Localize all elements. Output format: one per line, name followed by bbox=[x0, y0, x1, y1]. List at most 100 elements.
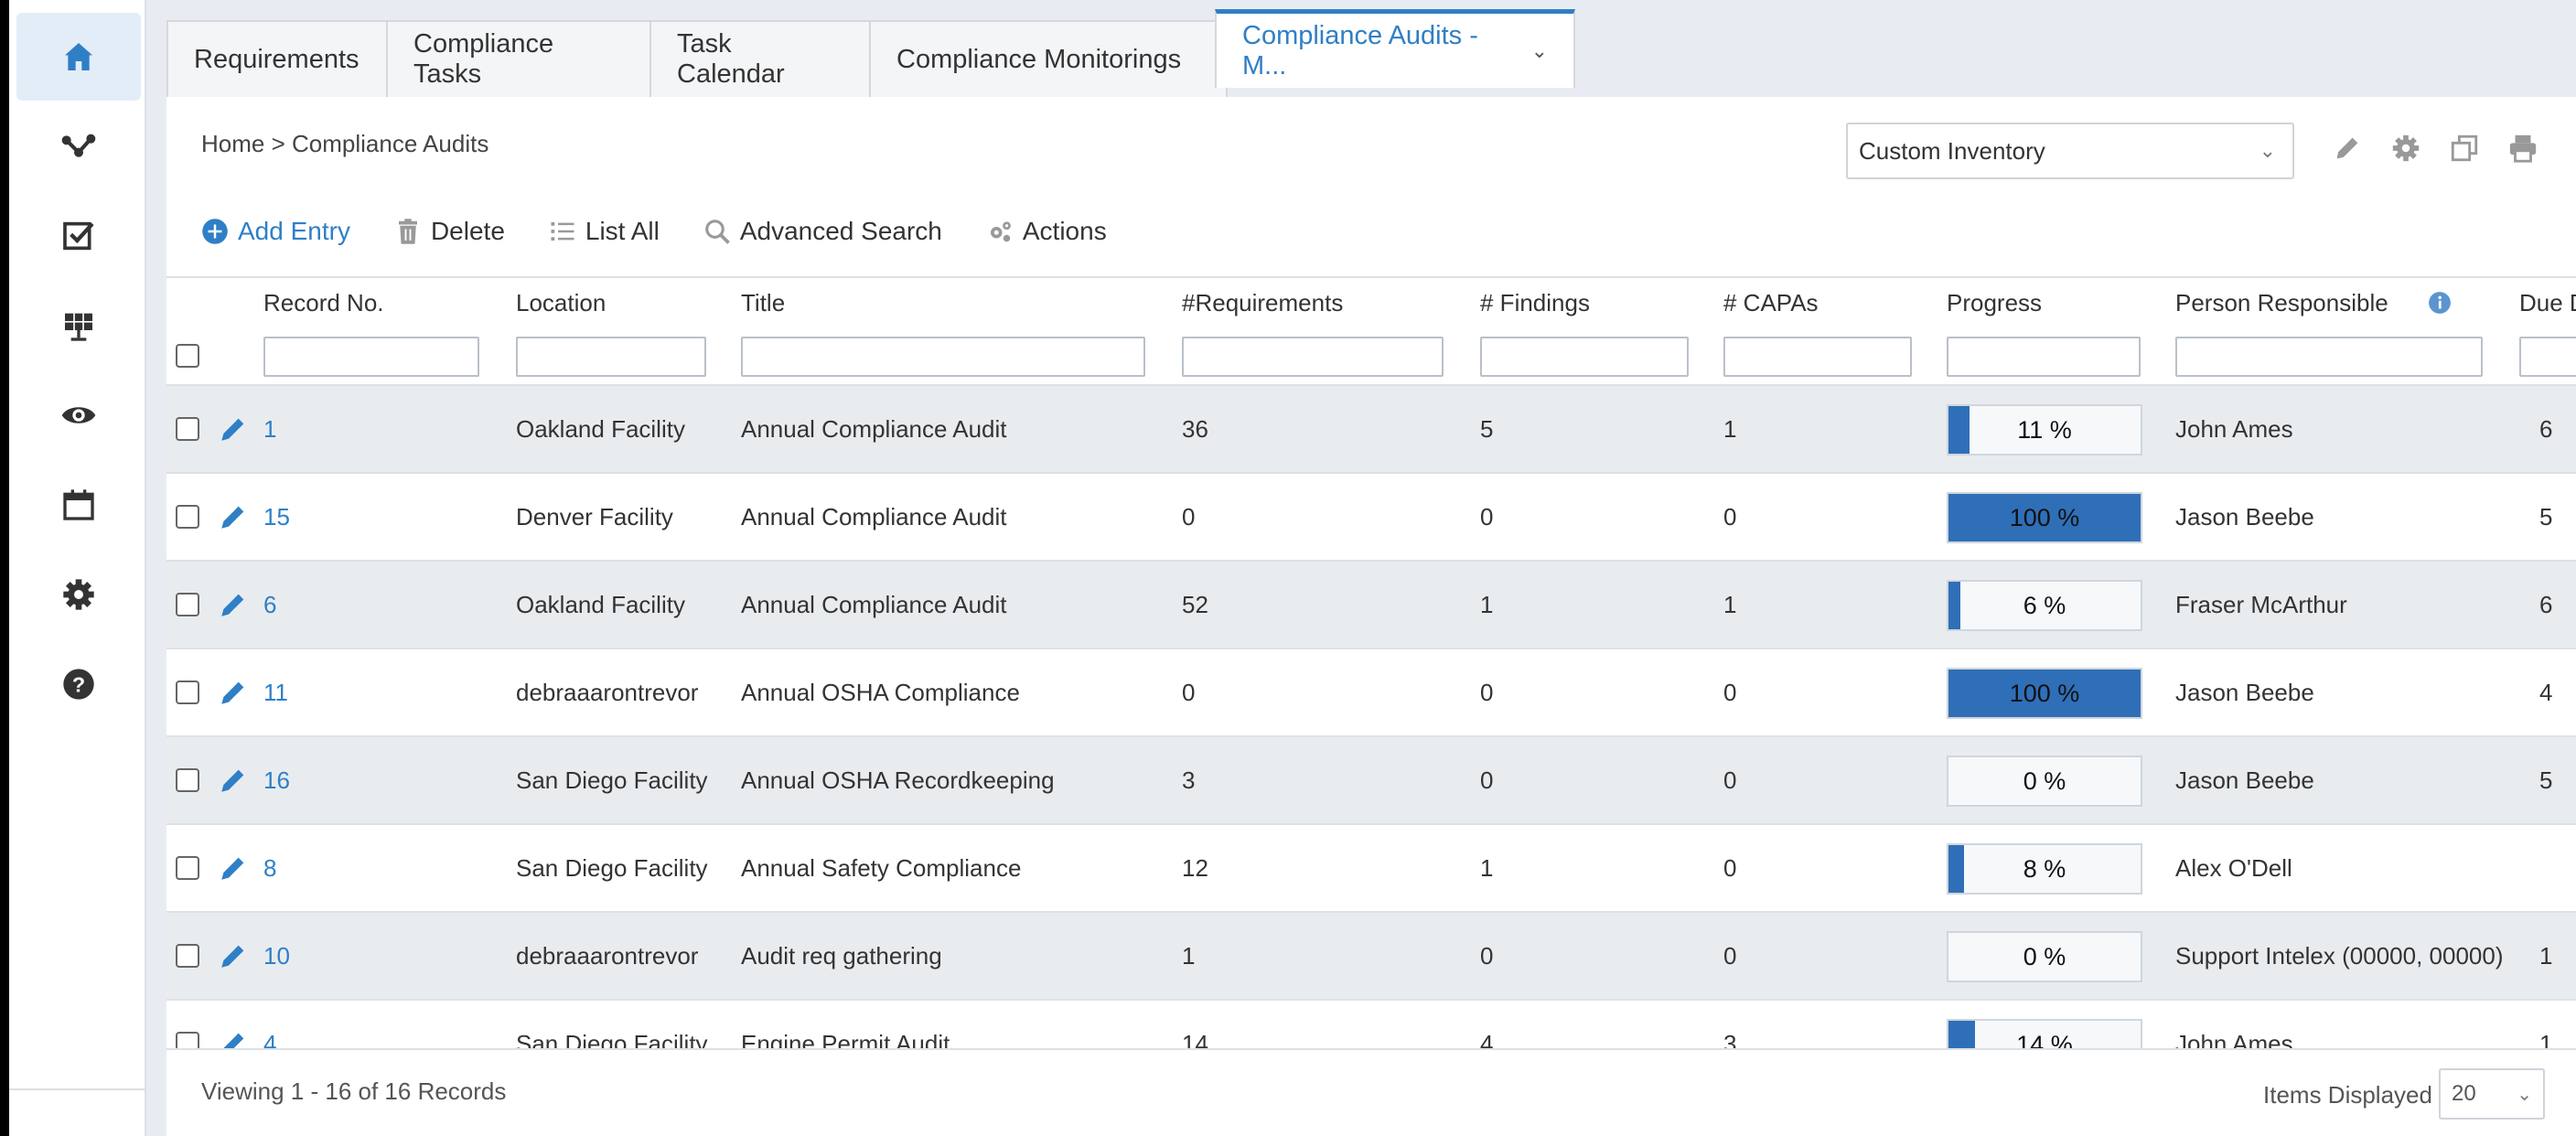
progress-label: 8 % bbox=[2023, 854, 2066, 883]
actions-button[interactable]: Actions bbox=[986, 217, 1107, 246]
column-header-findings[interactable]: # Findings bbox=[1480, 289, 1590, 317]
progress-bar: 0 % bbox=[1947, 931, 2142, 982]
record-number-link[interactable]: 10 bbox=[263, 942, 290, 970]
inventory-select[interactable]: Custom Inventory ⌄ bbox=[1846, 123, 2294, 179]
row-checkbox[interactable] bbox=[176, 944, 199, 968]
column-header-requirements[interactable]: #Requirements bbox=[1182, 289, 1343, 317]
list-all-button[interactable]: List All bbox=[549, 217, 660, 246]
row-checkbox[interactable] bbox=[176, 417, 199, 441]
row-checkbox[interactable] bbox=[176, 505, 199, 529]
progress-label: 6 % bbox=[2023, 591, 2066, 619]
pencil-icon[interactable] bbox=[218, 589, 249, 620]
column-header-person[interactable]: Person Responsible bbox=[2175, 289, 2388, 317]
table-row[interactable]: 8 San Diego Facility Annual Safety Complia… bbox=[166, 825, 2576, 913]
popout-button[interactable] bbox=[2448, 130, 2481, 166]
cell-title: Engine Permit Audit bbox=[741, 1030, 950, 1048]
advanced-search-button[interactable]: Advanced Search bbox=[703, 217, 942, 246]
table-row[interactable]: 15 Denver Facility Annual Compliance Audit… bbox=[166, 474, 2576, 562]
row-checkbox[interactable] bbox=[176, 681, 199, 704]
filter-record-no[interactable] bbox=[263, 337, 479, 377]
pencil-icon[interactable] bbox=[218, 413, 249, 445]
items-displayed-select[interactable]: 20 ⌄ bbox=[2439, 1068, 2545, 1120]
sidebar-item-help[interactable]: ? bbox=[16, 640, 141, 728]
progress-label: 14 % bbox=[2016, 1030, 2073, 1049]
table-row[interactable]: 10 debraaarontrevor Audit req gathering 1 0 0… bbox=[166, 913, 2576, 1001]
record-number-link[interactable]: 8 bbox=[263, 854, 276, 883]
filter-location[interactable] bbox=[516, 337, 706, 377]
sidebar-item-tasks[interactable] bbox=[16, 192, 141, 280]
table-row[interactable]: 11 debraaarontrevor Annual OSHA Compliance… bbox=[166, 649, 2576, 737]
cell-findings: 5 bbox=[1480, 415, 1494, 443]
record-number-link[interactable]: 16 bbox=[263, 766, 290, 795]
table-row[interactable]: 16 San Diego Facility Annual OSHA Recordke… bbox=[166, 737, 2576, 825]
tab-compliance-tasks[interactable]: Compliance Tasks bbox=[386, 20, 651, 97]
sidebar-item-monitor[interactable] bbox=[16, 371, 141, 459]
filter-person[interactable] bbox=[2175, 337, 2483, 377]
print-button[interactable] bbox=[2506, 130, 2539, 166]
column-header-capas[interactable]: # CAPAs bbox=[1723, 289, 1819, 317]
record-number-link[interactable]: 6 bbox=[263, 591, 276, 619]
table-row[interactable]: 1 Oakland Facility Annual Compliance Audit… bbox=[166, 386, 2576, 474]
record-number-link[interactable]: 1 bbox=[263, 415, 276, 444]
info-icon[interactable] bbox=[2428, 291, 2452, 315]
table-footer: Viewing 1 - 16 of 16 Records Items Displ… bbox=[166, 1048, 2576, 1136]
row-checkbox[interactable] bbox=[176, 856, 199, 880]
row-checkbox[interactable] bbox=[176, 1032, 199, 1048]
sidebar-item-home[interactable] bbox=[16, 13, 141, 101]
cell-person: Support Intelex (00000, 00000) bbox=[2175, 942, 2504, 970]
cell-person: Jason Beebe bbox=[2175, 503, 2314, 530]
pencil-icon[interactable] bbox=[218, 677, 249, 708]
tab-compliance-monitorings[interactable]: Compliance Monitorings bbox=[869, 20, 1228, 97]
pencil-icon[interactable] bbox=[218, 852, 249, 884]
sidebar-item-workflow[interactable] bbox=[16, 102, 141, 190]
pencil-icon[interactable] bbox=[218, 501, 249, 532]
column-header-title[interactable]: Title bbox=[741, 289, 785, 317]
filter-title[interactable] bbox=[741, 337, 1145, 377]
column-header-record-no[interactable]: Record No. bbox=[263, 289, 384, 317]
cell-location: San Diego Facility bbox=[516, 766, 708, 794]
chevron-down-icon[interactable]: ⌄ bbox=[1531, 39, 1548, 63]
row-checkbox[interactable] bbox=[176, 768, 199, 792]
column-header-due-date[interactable]: Due D bbox=[2519, 289, 2576, 317]
breadcrumb[interactable]: Home > Compliance Audits bbox=[201, 130, 488, 158]
help-icon: ? bbox=[63, 669, 94, 700]
tab-compliance-audits[interactable]: Compliance Audits - M... ⌄ bbox=[1215, 9, 1575, 88]
cell-location: Oakland Facility bbox=[516, 591, 685, 618]
actions-label: Actions bbox=[1022, 217, 1107, 245]
record-number-link[interactable]: 15 bbox=[263, 503, 290, 531]
select-all-checkbox[interactable] bbox=[176, 344, 199, 368]
sidebar-item-calendar[interactable] bbox=[16, 461, 141, 549]
record-number-link[interactable]: 4 bbox=[263, 1030, 276, 1048]
table-row[interactable]: 6 Oakland Facility Annual Compliance Audit… bbox=[166, 562, 2576, 649]
cell-findings: 0 bbox=[1480, 503, 1494, 530]
table-row[interactable]: 4 San Diego Facility Engine Permit Audit 14… bbox=[166, 1001, 2576, 1048]
cell-person: Jason Beebe bbox=[2175, 679, 2314, 706]
add-entry-button[interactable]: Add Entry bbox=[201, 217, 350, 246]
column-header-progress[interactable]: Progress bbox=[1947, 289, 2042, 317]
column-header-location[interactable]: Location bbox=[516, 289, 606, 317]
pencil-icon[interactable] bbox=[218, 940, 249, 971]
sidebar-item-dashboard[interactable] bbox=[16, 282, 141, 370]
delete-button[interactable]: Delete bbox=[394, 217, 505, 246]
record-number-link[interactable]: 11 bbox=[263, 679, 288, 707]
cell-due-date: 4 bbox=[2539, 679, 2553, 706]
pencil-icon[interactable] bbox=[218, 765, 249, 796]
solar-panel-icon bbox=[65, 313, 92, 341]
records-table: Record No. Location Title #Requirements … bbox=[166, 276, 2576, 1048]
row-checkbox[interactable] bbox=[176, 593, 199, 616]
edit-view-button[interactable] bbox=[2331, 130, 2364, 166]
pencil-icon[interactable] bbox=[218, 1028, 249, 1048]
filter-capas[interactable] bbox=[1723, 337, 1912, 377]
tab-task-calendar[interactable]: Task Calendar bbox=[649, 20, 871, 97]
filter-progress[interactable] bbox=[1947, 337, 2141, 377]
settings-button[interactable] bbox=[2389, 130, 2422, 166]
filter-findings[interactable] bbox=[1480, 337, 1689, 377]
tab-requirements[interactable]: Requirements bbox=[166, 20, 388, 97]
calendar-icon bbox=[63, 489, 94, 520]
filter-due-date[interactable] bbox=[2519, 337, 2576, 377]
cell-title: Annual OSHA Compliance bbox=[741, 679, 1020, 706]
filter-requirements[interactable] bbox=[1182, 337, 1444, 377]
sidebar-item-settings[interactable] bbox=[16, 551, 141, 638]
cell-capas: 0 bbox=[1723, 679, 1737, 706]
tab-label: Compliance Tasks bbox=[413, 29, 554, 89]
